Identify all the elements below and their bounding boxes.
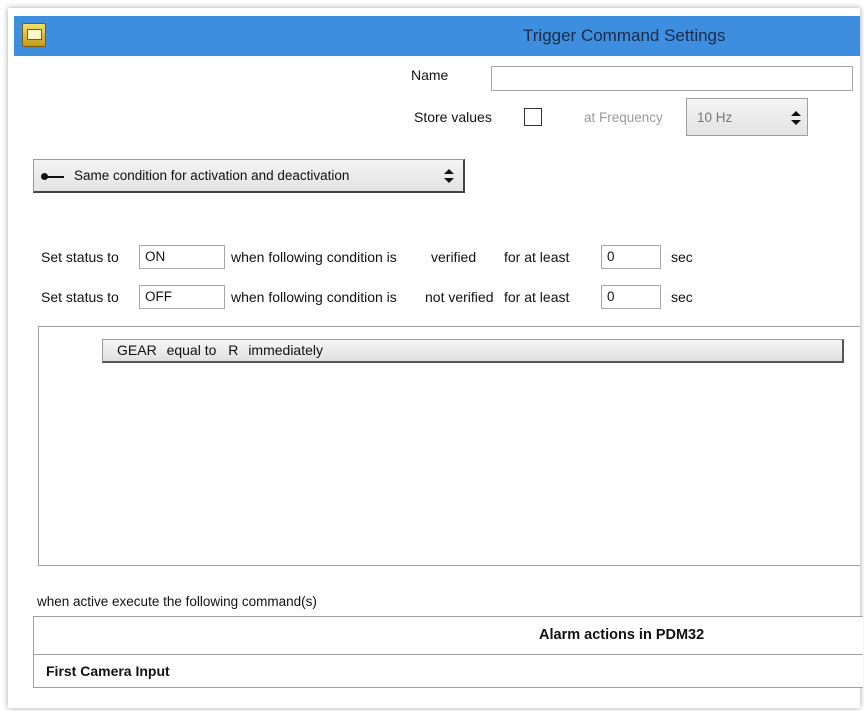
row2-for-label: for at least — [504, 289, 570, 305]
row2-condition: not verified — [425, 289, 494, 305]
row1-condition: verified — [431, 249, 477, 265]
row2-unit: sec — [671, 289, 693, 305]
name-label: Name — [411, 67, 449, 83]
store-values-checkbox[interactable] — [524, 108, 542, 126]
row2-mid-text: when following condition is — [231, 289, 397, 305]
command-item[interactable]: First Camera Input — [34, 655, 863, 687]
updown-arrows-icon — [444, 169, 454, 183]
updown-arrows-icon — [791, 111, 801, 125]
row1-status-input[interactable]: ON — [139, 245, 225, 269]
condition-variable: GEAR — [117, 342, 157, 358]
row1-mid-text: when following condition is — [231, 249, 397, 265]
activation-mode-select[interactable]: Same condition for activation and deacti… — [33, 159, 465, 193]
condition-value: R — [228, 342, 239, 358]
row1-seconds-input[interactable]: 0 — [601, 245, 661, 269]
row2-status-input[interactable]: OFF — [139, 285, 225, 309]
name-input[interactable] — [491, 66, 853, 91]
store-values-label: Store values — [414, 109, 492, 125]
activation-mode-value: Same condition for activation and deacti… — [74, 168, 350, 183]
row2-seconds-input[interactable]: 0 — [601, 285, 661, 309]
condition-operator: equal to — [166, 342, 217, 358]
frequency-value: 10 Hz — [697, 110, 733, 125]
commands-header: Alarm actions in PDM32 — [34, 617, 863, 655]
condition-item[interactable]: GEAR equal to R immediately — [102, 339, 844, 363]
frequency-select[interactable]: 10 Hz — [686, 98, 808, 136]
row2-prefix: Set status to — [41, 289, 119, 305]
condition-timing: immediately — [248, 342, 324, 358]
frequency-label: at Frequency — [584, 110, 663, 125]
row1-for-label: for at least — [504, 249, 570, 265]
commands-table: Alarm actions in PDM32 First Camera Inpu… — [33, 616, 863, 688]
row1-unit: sec — [671, 249, 693, 265]
row1-prefix: Set status to — [41, 249, 119, 265]
title-bar: Trigger Command Settings — [14, 16, 860, 56]
connector-dot-icon — [41, 173, 48, 180]
window-title: Trigger Command Settings — [523, 26, 726, 45]
commands-label: when active execute the following comman… — [37, 594, 317, 609]
